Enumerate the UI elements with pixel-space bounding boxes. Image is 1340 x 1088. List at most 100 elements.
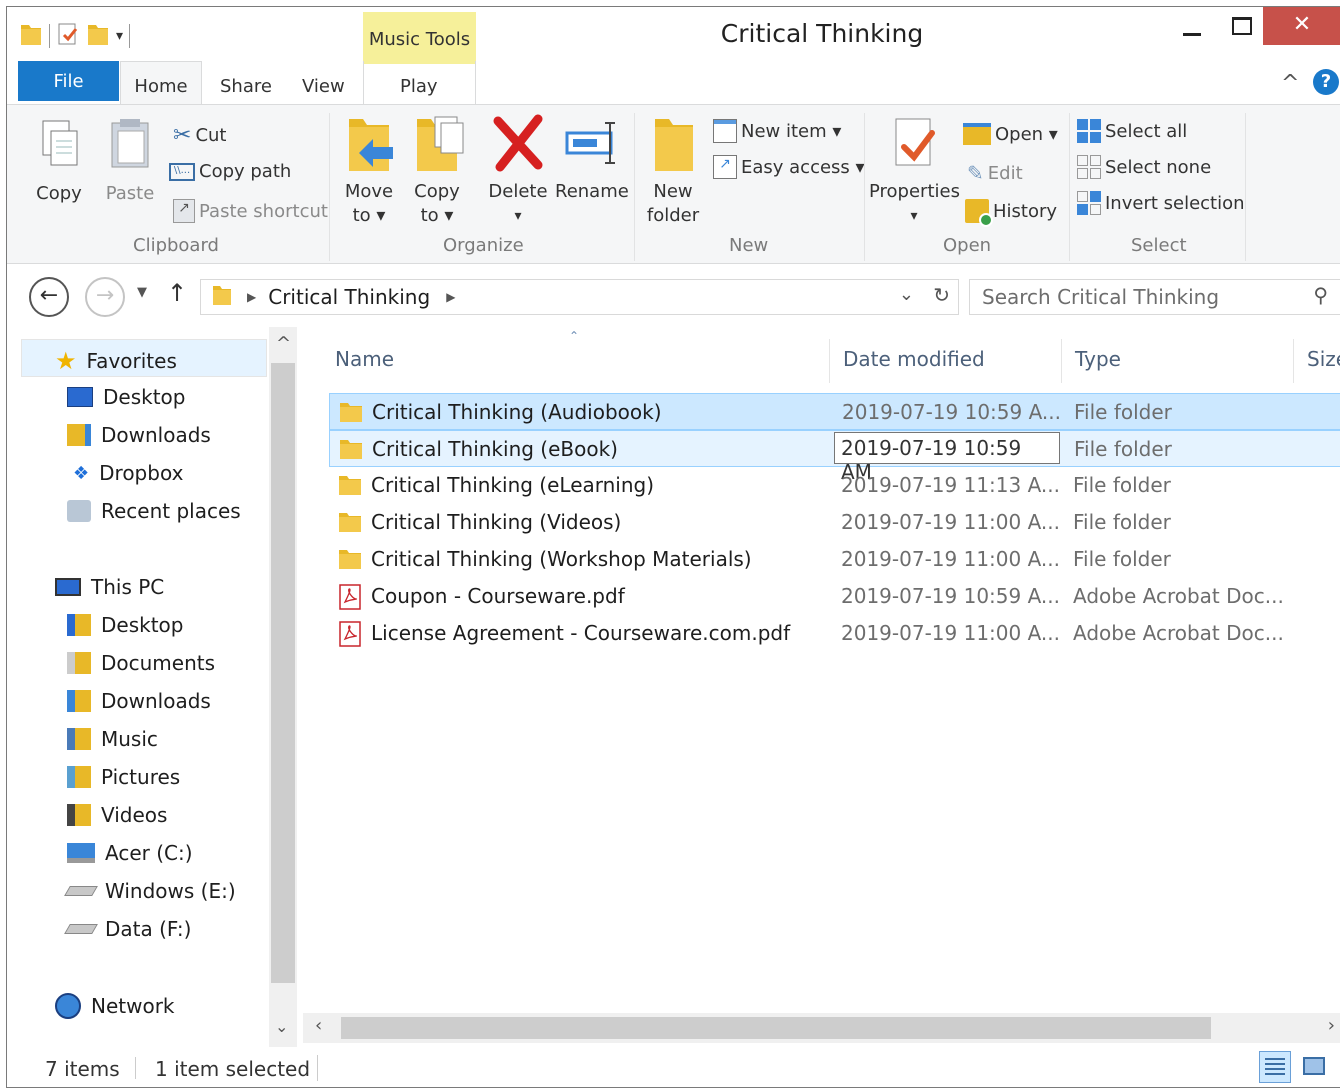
- nav-fav-recent[interactable]: Recent places: [67, 499, 241, 523]
- tab-view[interactable]: View: [302, 76, 345, 97]
- copy-path-label: Copy path: [199, 161, 292, 182]
- nav-pc-downloads[interactable]: Downloads: [67, 689, 211, 713]
- nav-scroll-thumb[interactable]: [271, 363, 295, 983]
- search-icon: ⚲: [1313, 283, 1328, 307]
- address-history-icon[interactable]: ⌄: [899, 284, 914, 305]
- nav-fav-downloads[interactable]: Downloads: [67, 423, 211, 447]
- nav-fav-dropbox[interactable]: ❖ Dropbox: [73, 461, 183, 485]
- breadcrumb[interactable]: Critical Thinking: [268, 285, 430, 309]
- collapse-ribbon-icon[interactable]: ^: [1281, 71, 1299, 96]
- cut-button[interactable]: ✂ Cut: [173, 123, 226, 148]
- file-name[interactable]: Critical Thinking (eBook): [372, 437, 618, 461]
- help-icon[interactable]: ?: [1313, 69, 1339, 95]
- paste-shortcut-button[interactable]: ↗ Paste shortcut: [173, 199, 328, 223]
- breadcrumb-arrow-icon[interactable]: ▶: [446, 290, 455, 304]
- open-folder-icon: [963, 123, 991, 145]
- open-label: Open ▾: [995, 123, 1058, 145]
- tab-home[interactable]: Home: [120, 61, 202, 106]
- table-row[interactable]: Critical Thinking (eBook) 2019-07-19 10:5…: [329, 430, 1340, 484]
- select-all-button[interactable]: Select all: [1077, 119, 1187, 143]
- nav-pc-music[interactable]: Music: [67, 727, 158, 751]
- nav-pc-videos[interactable]: Videos: [67, 803, 167, 827]
- refresh-icon[interactable]: ↻: [933, 283, 950, 307]
- details-view-icon[interactable]: [1259, 1051, 1291, 1083]
- minimize-button[interactable]: [1165, 7, 1219, 47]
- properties-button[interactable]: Properties ▾: [869, 113, 960, 228]
- tab-file[interactable]: File: [18, 61, 119, 101]
- nav-this-pc[interactable]: This PC: [55, 575, 164, 599]
- select-none-button[interactable]: Select none: [1077, 155, 1211, 179]
- close-button[interactable]: ✕: [1263, 7, 1340, 45]
- nav-pc-windows-e[interactable]: Windows (E:): [64, 879, 236, 903]
- maximize-button[interactable]: [1219, 7, 1265, 47]
- table-row[interactable]: License Agreement - Courseware.com.pdf 20…: [329, 615, 1340, 652]
- column-header-type[interactable]: Type: [1075, 347, 1121, 371]
- tab-play[interactable]: Play: [400, 76, 438, 97]
- invert-selection-button[interactable]: Invert selection: [1077, 191, 1245, 215]
- nav-pc-data-f[interactable]: Data (F:): [64, 917, 191, 941]
- tab-share[interactable]: Share: [220, 76, 272, 97]
- scroll-up-icon[interactable]: ^: [276, 333, 291, 354]
- back-icon[interactable]: ←: [29, 277, 69, 317]
- nav-pc-acer[interactable]: Acer (C:): [67, 841, 193, 865]
- rename-button[interactable]: Rename: [555, 113, 629, 204]
- history-button[interactable]: History: [965, 199, 1057, 227]
- copy-button[interactable]: Copy: [29, 117, 89, 206]
- folder-icon: [338, 400, 364, 429]
- column-header-date[interactable]: Date modified: [843, 347, 985, 371]
- table-row[interactable]: Critical Thinking (Videos) 2019-07-19 11:…: [329, 504, 1340, 541]
- search-input[interactable]: Search Critical Thinking ⚲: [969, 279, 1340, 315]
- copy-icon: [42, 120, 78, 166]
- file-date: 2019-07-19 11:00 A...: [841, 621, 1060, 645]
- open-button[interactable]: Open ▾: [963, 123, 1058, 145]
- delete-button[interactable]: Delete ▾: [485, 113, 551, 228]
- file-name[interactable]: Critical Thinking (Videos): [371, 510, 621, 534]
- forward-icon[interactable]: →: [85, 277, 125, 317]
- nav-vertical-scrollbar[interactable]: ^ ⌄: [269, 327, 297, 1047]
- large-icons-view-icon[interactable]: [1299, 1053, 1329, 1081]
- nav-favorites[interactable]: ★ Favorites: [55, 347, 177, 375]
- new-folder-button[interactable]: New folder: [641, 113, 705, 228]
- scroll-right-icon[interactable]: ›: [1328, 1015, 1335, 1036]
- recent-locations-icon[interactable]: ▼: [137, 285, 147, 300]
- nav-pc-videos-label: Videos: [101, 803, 168, 827]
- nav-fav-desktop[interactable]: Desktop: [67, 385, 185, 409]
- copy-to-icon: [417, 116, 464, 171]
- copy-to-button[interactable]: Copy to ▾: [405, 113, 469, 228]
- nav-pc-documents[interactable]: Documents: [67, 651, 215, 675]
- horizontal-scroll-thumb[interactable]: [341, 1017, 1211, 1039]
- file-name[interactable]: Critical Thinking (Workshop Materials): [371, 547, 752, 571]
- paste-button[interactable]: Paste: [100, 117, 160, 206]
- column-header-name[interactable]: Name: [335, 347, 394, 371]
- file-name[interactable]: Coupon - Courseware.pdf: [371, 584, 625, 608]
- table-row[interactable]: Critical Thinking (Workshop Materials) 20…: [329, 541, 1340, 578]
- delete-dropdown-arrow[interactable]: ▾: [485, 204, 551, 228]
- scroll-left-icon[interactable]: ‹: [315, 1015, 322, 1036]
- horizontal-scrollbar[interactable]: ‹ ›: [303, 1013, 1340, 1043]
- properties-dropdown-arrow[interactable]: ▾: [869, 204, 959, 228]
- edit-button[interactable]: ✎ Edit: [967, 161, 1023, 185]
- table-row[interactable]: Critical Thinking (eLearning) 2019-07-19 …: [329, 467, 1340, 504]
- move-to-button[interactable]: Move to ▾: [337, 113, 401, 228]
- easy-access-button[interactable]: ↗ Easy access ▾: [713, 155, 865, 179]
- file-name[interactable]: Critical Thinking (eLearning): [371, 473, 654, 497]
- delete-label: Delete: [488, 181, 548, 202]
- table-row[interactable]: Critical Thinking (Audiobook) 2019-07-19 …: [329, 393, 1340, 430]
- videos-icon: [67, 804, 91, 826]
- new-item-button[interactable]: New item ▾: [713, 119, 841, 143]
- nav-network[interactable]: Network: [55, 993, 175, 1019]
- scroll-down-icon[interactable]: ⌄: [275, 1017, 288, 1036]
- nav-pc-desktop[interactable]: Desktop: [67, 613, 183, 637]
- nav-pc-pictures[interactable]: Pictures: [67, 765, 180, 789]
- file-name[interactable]: Critical Thinking (Audiobook): [372, 400, 662, 424]
- copy-path-button[interactable]: \\... Copy path: [169, 161, 291, 182]
- table-row[interactable]: Coupon - Courseware.pdf 2019-07-19 10:59 …: [329, 578, 1340, 615]
- invert-selection-icon: [1077, 191, 1101, 215]
- file-name[interactable]: License Agreement - Courseware.com.pdf: [371, 621, 790, 645]
- nav-network-label: Network: [91, 994, 175, 1018]
- column-header-size[interactable]: Size: [1307, 347, 1340, 371]
- address-bar[interactable]: ▶ Critical Thinking ▶ ⌄ ↻: [200, 279, 959, 315]
- easy-access-label: Easy access ▾: [741, 156, 865, 178]
- breadcrumb-arrow-icon[interactable]: ▶: [247, 290, 256, 304]
- up-icon[interactable]: ↑: [167, 279, 187, 307]
